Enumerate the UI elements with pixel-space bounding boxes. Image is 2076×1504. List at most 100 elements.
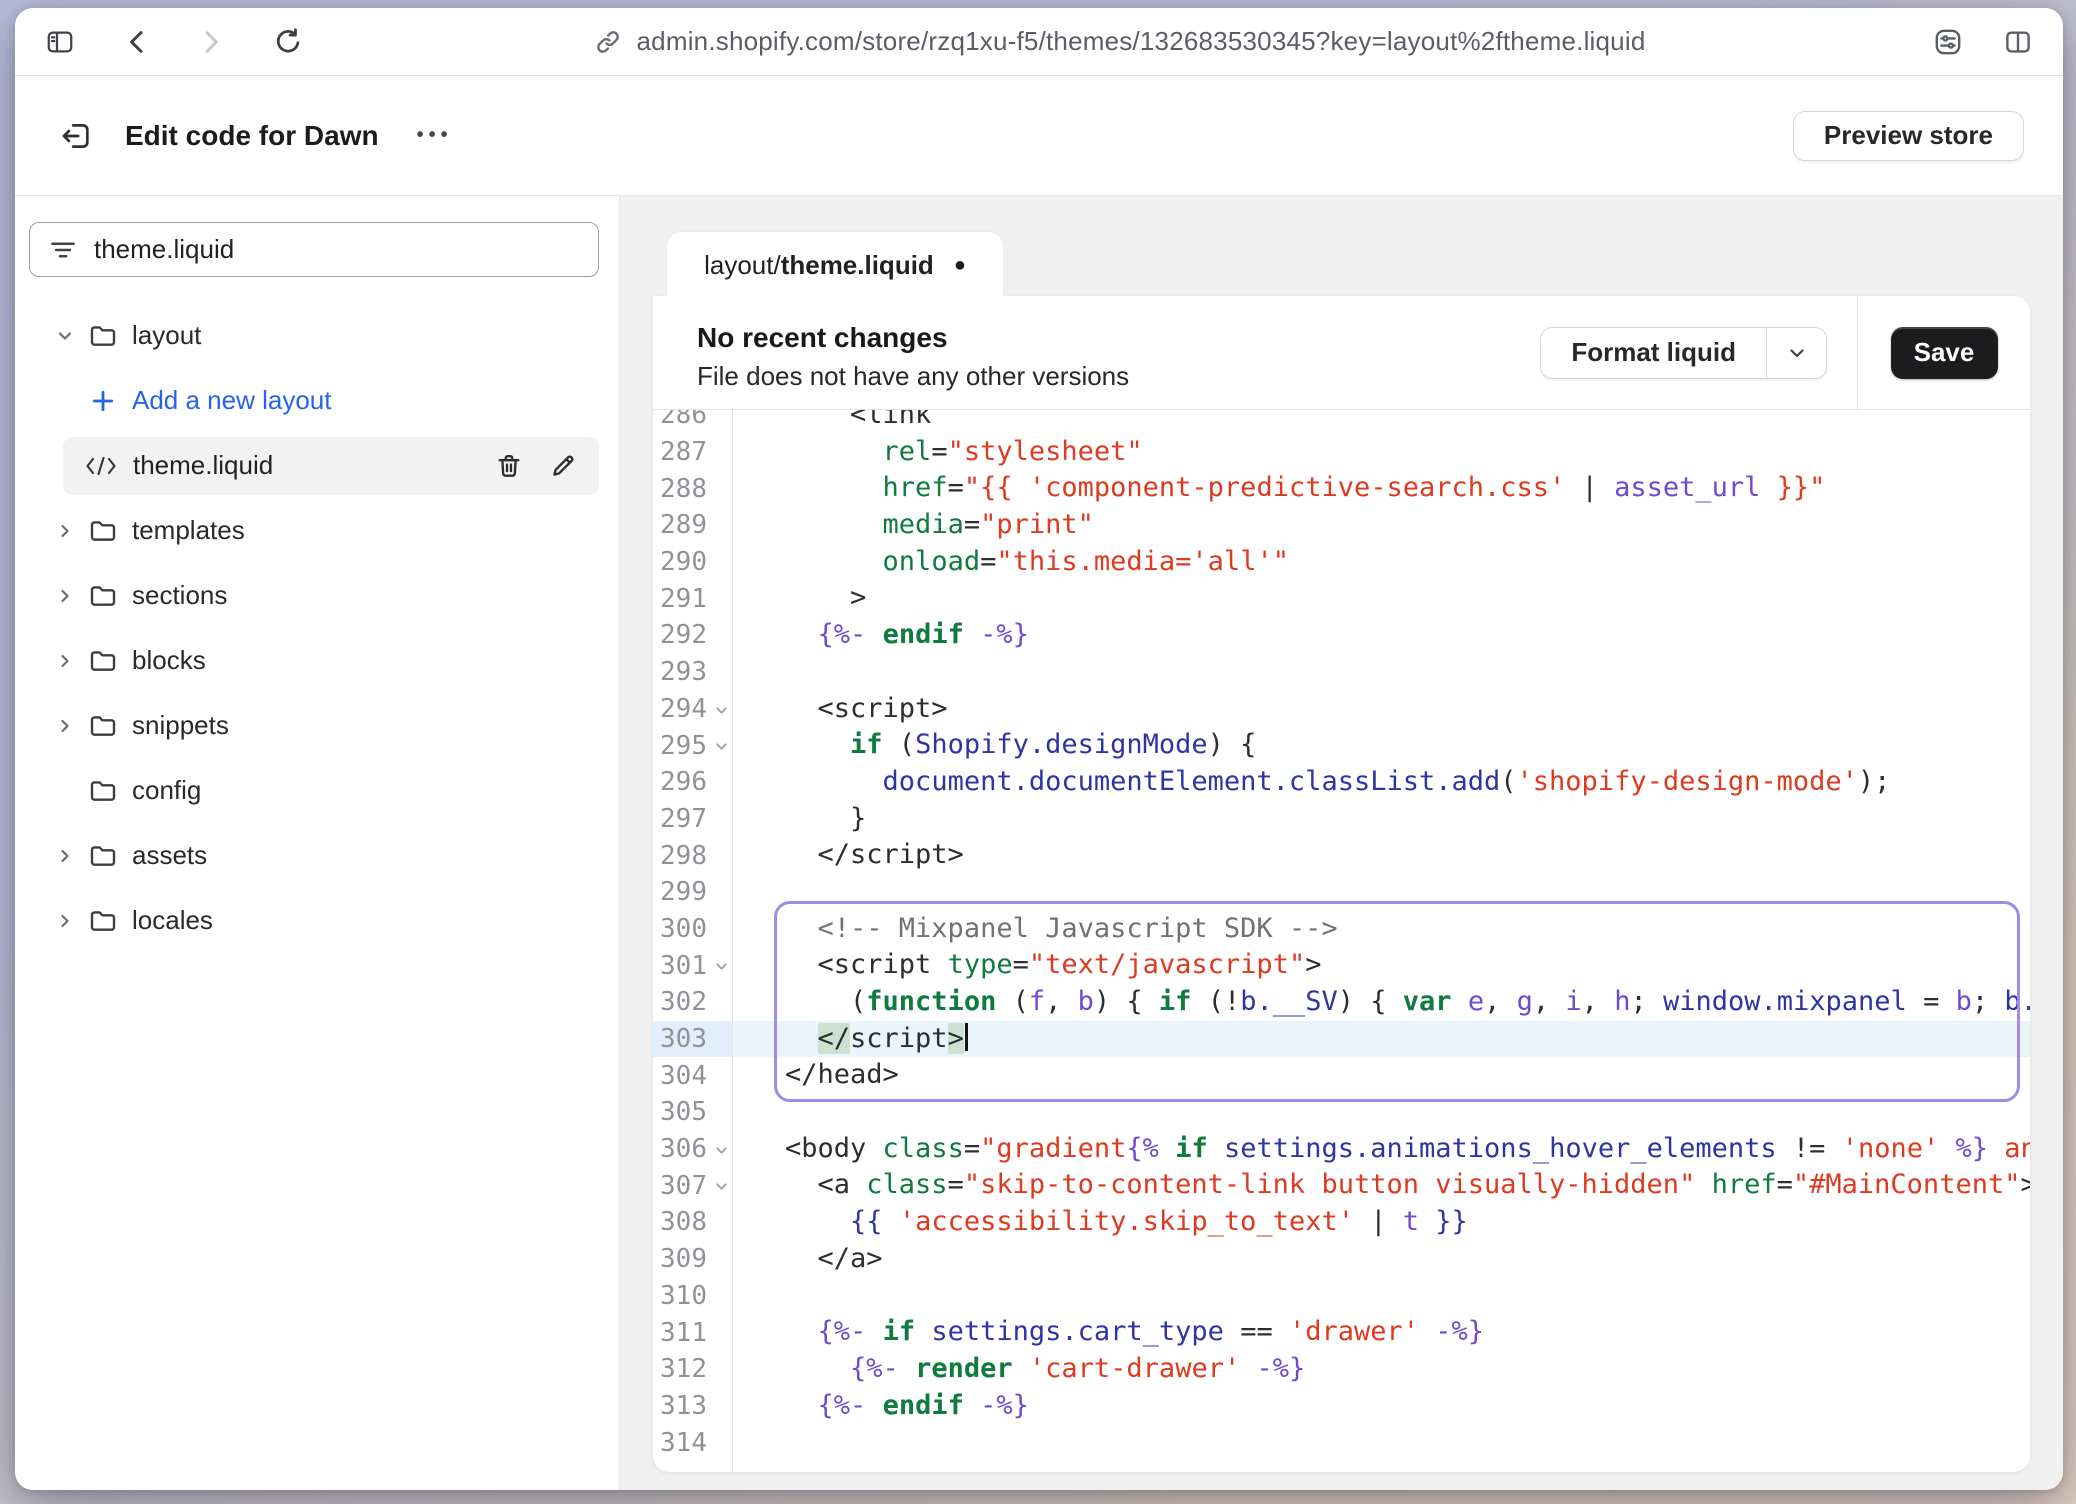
code-text[interactable]: </a> xyxy=(732,1241,2030,1278)
chevron-right-icon[interactable] xyxy=(52,519,78,543)
code-text[interactable]: <script> xyxy=(732,691,2030,728)
code-line-306[interactable]: 306<body class="gradient{% if settings.a… xyxy=(653,1131,2030,1168)
preview-store-button[interactable]: Preview store xyxy=(1793,111,2024,161)
code-line-297[interactable]: 297 } xyxy=(653,801,2030,838)
save-button[interactable]: Save xyxy=(1891,327,1998,379)
code-text[interactable]: <body class="gradient{% if settings.anim… xyxy=(732,1131,2030,1168)
fold-toggle[interactable] xyxy=(713,1178,730,1195)
code-text[interactable]: {{ 'accessibility.skip_to_text' | t }} xyxy=(732,1204,2030,1241)
code-line-290[interactable]: 290 onload="this.media='all'" xyxy=(653,544,2030,581)
code-text[interactable] xyxy=(732,1424,2030,1461)
delete-file-button[interactable] xyxy=(495,452,523,480)
code-line-296[interactable]: 296 document.documentElement.classList.a… xyxy=(653,764,2030,801)
split-view-icon[interactable] xyxy=(2001,25,2035,59)
fold-toggle[interactable] xyxy=(713,738,730,755)
code-line-311[interactable]: 311 {%- if settings.cart_type == 'drawer… xyxy=(653,1314,2030,1351)
code-line-304[interactable]: 304</head> xyxy=(653,1057,2030,1094)
fold-toggle[interactable] xyxy=(713,702,730,719)
sidebar-item-snippets[interactable]: snippets xyxy=(15,693,619,758)
code-line-312[interactable]: 312 {%- render 'cart-drawer' -%} xyxy=(653,1351,2030,1388)
chevron-right-icon[interactable] xyxy=(52,584,78,608)
chevron-right-icon[interactable] xyxy=(52,844,78,868)
browser-settings-icon[interactable] xyxy=(1931,25,1965,59)
code-line-291[interactable]: 291 > xyxy=(653,580,2030,617)
forward-icon[interactable] xyxy=(195,25,229,59)
sidebar-item-add-a-new-layout[interactable]: Add a new layout xyxy=(15,368,619,433)
fold-toggle[interactable] xyxy=(713,1142,730,1159)
code-text[interactable] xyxy=(732,1278,2030,1315)
code-line-303[interactable]: 303 </script> xyxy=(653,1021,2030,1058)
sidebar-item-sections[interactable]: sections xyxy=(15,563,619,628)
code-text[interactable]: if (Shopify.designMode) { xyxy=(732,727,2030,764)
sidebar-toggle-icon[interactable] xyxy=(43,25,77,59)
code-text[interactable]: <script type="text/javascript"> xyxy=(732,947,2030,984)
code-text[interactable]: {%- if settings.cart_type == 'drawer' -%… xyxy=(732,1314,2030,1351)
code-text[interactable]: <a class="skip-to-content-link button vi… xyxy=(732,1167,2030,1204)
tab-layout-theme-liquid[interactable]: layout/theme.liquid ● xyxy=(667,232,1003,298)
format-liquid-label[interactable]: Format liquid xyxy=(1541,328,1766,378)
chevron-right-icon[interactable] xyxy=(52,714,78,738)
code-text[interactable] xyxy=(732,874,2030,911)
back-icon[interactable] xyxy=(119,25,153,59)
code-line-299[interactable]: 299 xyxy=(653,874,2030,911)
chevron-down-icon[interactable] xyxy=(52,324,78,348)
code-line-301[interactable]: 301 <script type="text/javascript"> xyxy=(653,947,2030,984)
code-line-295[interactable]: 295 if (Shopify.designMode) { xyxy=(653,727,2030,764)
code-text[interactable]: {%- endif -%} xyxy=(732,617,2030,654)
sidebar-item-layout[interactable]: layout xyxy=(15,303,619,368)
chevron-right-icon[interactable] xyxy=(52,649,78,673)
more-menu-button[interactable]: ••• xyxy=(417,124,453,147)
format-options-caret[interactable] xyxy=(1766,328,1826,378)
sidebar-item-config[interactable]: config xyxy=(15,758,619,823)
code-line-287[interactable]: 287 rel="stylesheet" xyxy=(653,434,2030,471)
code-text[interactable] xyxy=(732,654,2030,691)
fold-toggle[interactable] xyxy=(713,958,730,975)
code-line-314[interactable]: 314 xyxy=(653,1424,2030,1461)
code-line-309[interactable]: 309 </a> xyxy=(653,1241,2030,1278)
code-text[interactable]: rel="stylesheet" xyxy=(732,434,2030,471)
code-text[interactable]: > xyxy=(732,580,2030,617)
sidebar-item-theme-liquid[interactable]: theme.liquid xyxy=(63,437,599,495)
search-input[interactable] xyxy=(94,234,580,265)
code-line-289[interactable]: 289 media="print" xyxy=(653,507,2030,544)
exit-editor-icon[interactable] xyxy=(59,119,93,153)
code-text[interactable]: <!-- Mixpanel Javascript SDK --> xyxy=(732,911,2030,948)
code-text[interactable] xyxy=(732,1094,2030,1131)
sidebar-item-templates[interactable]: templates xyxy=(15,498,619,563)
rename-file-button[interactable] xyxy=(549,452,577,480)
code-text[interactable]: <link xyxy=(732,410,2030,434)
code-line-292[interactable]: 292 {%- endif -%} xyxy=(653,617,2030,654)
code-line-286[interactable]: 286 <link xyxy=(653,410,2030,434)
code-line-308[interactable]: 308 {{ 'accessibility.skip_to_text' | t … xyxy=(653,1204,2030,1241)
code-editor[interactable]: 286 <link287 rel="stylesheet"288 href="{… xyxy=(653,410,2030,1472)
code-text[interactable]: href="{{ 'component-predictive-search.cs… xyxy=(732,470,2030,507)
code-line-313[interactable]: 313 {%- endif -%} xyxy=(653,1388,2030,1425)
code-line-310[interactable]: 310 xyxy=(653,1278,2030,1315)
code-text[interactable]: onload="this.media='all'" xyxy=(732,544,2030,581)
code-text[interactable]: } xyxy=(732,801,2030,838)
code-line-294[interactable]: 294 <script> xyxy=(653,691,2030,728)
code-text[interactable]: </script> xyxy=(732,1021,2030,1058)
code-text[interactable]: </script> xyxy=(732,837,2030,874)
address-bar[interactable]: admin.shopify.com/store/rzq1xu-f5/themes… xyxy=(305,25,1931,59)
code-text[interactable]: </head> xyxy=(732,1057,2030,1094)
code-line-293[interactable]: 293 xyxy=(653,654,2030,691)
code-line-302[interactable]: 302 (function (f, b) { if (!b.__SV) { va… xyxy=(653,984,2030,1021)
file-search-box[interactable] xyxy=(29,222,599,277)
code-line-298[interactable]: 298 </script> xyxy=(653,837,2030,874)
code-text[interactable]: {%- endif -%} xyxy=(732,1388,2030,1425)
code-line-288[interactable]: 288 href="{{ 'component-predictive-searc… xyxy=(653,470,2030,507)
sidebar-item-blocks[interactable]: blocks xyxy=(15,628,619,693)
format-liquid-button[interactable]: Format liquid xyxy=(1540,327,1827,379)
sidebar-item-locales[interactable]: locales xyxy=(15,888,619,953)
code-line-300[interactable]: 300 <!-- Mixpanel Javascript SDK --> xyxy=(653,911,2030,948)
code-text[interactable]: document.documentElement.classList.add('… xyxy=(732,764,2030,801)
reload-icon[interactable] xyxy=(271,25,305,59)
code-line-305[interactable]: 305 xyxy=(653,1094,2030,1131)
code-text[interactable]: (function (f, b) { if (!b.__SV) { var e,… xyxy=(732,984,2030,1021)
code-text[interactable]: {%- render 'cart-drawer' -%} xyxy=(732,1351,2030,1388)
chevron-right-icon[interactable] xyxy=(52,909,78,933)
code-text[interactable]: media="print" xyxy=(732,507,2030,544)
sidebar-item-assets[interactable]: assets xyxy=(15,823,619,888)
code-line-307[interactable]: 307 <a class="skip-to-content-link butto… xyxy=(653,1167,2030,1204)
